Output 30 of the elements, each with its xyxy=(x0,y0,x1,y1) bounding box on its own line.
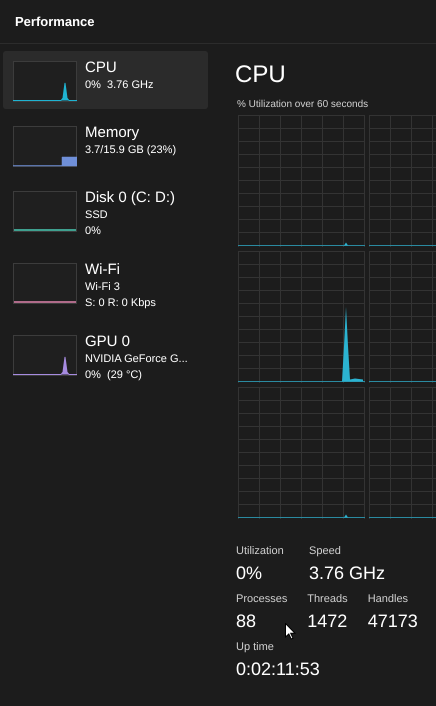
stat-value: 88 xyxy=(236,610,256,633)
graph-caption: % Utilization over 60 seconds xyxy=(237,98,368,112)
cursor-icon xyxy=(285,623,296,640)
device-detail: 0% xyxy=(85,224,101,239)
selected-row-background[interactable]: CPU 0% 3.76 GHz xyxy=(3,51,208,109)
device-detail: 3.7/15.9 GB (23%) xyxy=(85,143,176,158)
stat-label: Threads xyxy=(307,592,348,606)
stat-label: Speed xyxy=(309,544,341,558)
stat-value: 47173 xyxy=(368,610,418,633)
stat-value: 0:02:11:53 xyxy=(236,658,320,681)
device-detail: S: 0 R: 0 Kbps xyxy=(85,296,156,311)
stat-value: 1472 xyxy=(307,610,348,633)
device-name: CPU xyxy=(85,58,117,77)
device-name: Wi-Fi xyxy=(85,260,120,279)
device-name: GPU 0 xyxy=(85,332,130,351)
section-title: CPU xyxy=(235,60,286,90)
device-detail: SSD xyxy=(85,208,108,223)
device-name: Memory xyxy=(85,123,140,142)
device-detail: Wi-Fi 3 xyxy=(85,280,120,295)
stat-label: Utilization xyxy=(236,544,284,558)
device-name: Disk 0 (C: D:) xyxy=(85,188,175,207)
stat-value: 0% xyxy=(236,562,262,585)
device-detail: 0% (29 °C) xyxy=(85,368,142,383)
stat-label: Handles xyxy=(368,592,408,606)
page-title: Performance xyxy=(15,12,94,31)
stat-label: Processes xyxy=(236,592,288,606)
device-detail: NVIDIA GeForce G... xyxy=(85,352,188,367)
stat-label: Up time xyxy=(236,640,274,654)
device-detail: 0% 3.76 GHz xyxy=(85,78,154,93)
stat-value: 3.76 GHz xyxy=(309,562,386,585)
